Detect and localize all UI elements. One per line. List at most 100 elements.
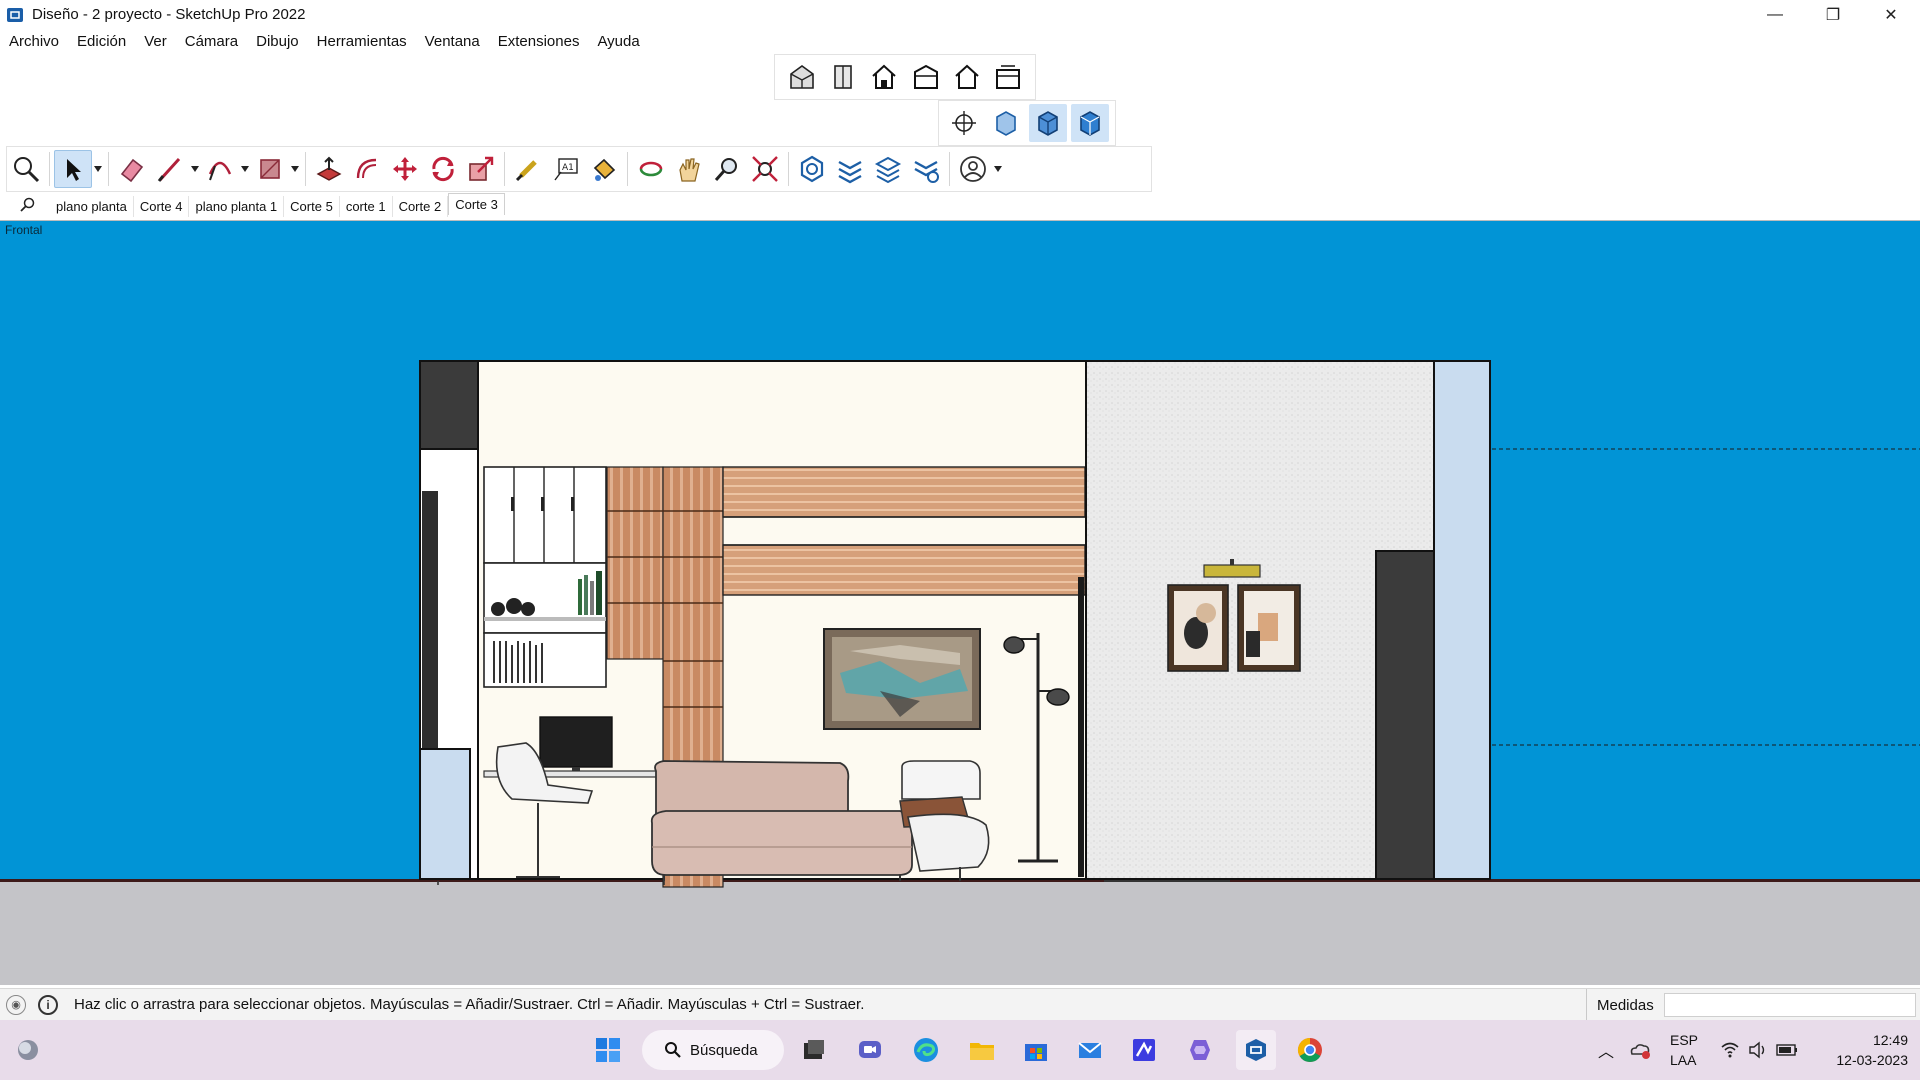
account-dropdown-icon[interactable] [992, 150, 1004, 188]
window-title: Diseño - 2 proyecto - SketchUp Pro 2022 [32, 6, 306, 23]
system-tray: ︿ [1598, 1020, 1614, 1080]
eraser-icon[interactable] [113, 150, 151, 188]
sketchup-taskbar-icon[interactable] [1236, 1030, 1276, 1070]
computer-monitor [539, 716, 613, 768]
select-dropdown-icon[interactable] [92, 150, 104, 188]
iso-view-icon[interactable] [783, 58, 821, 96]
tape-measure-icon[interactable] [509, 150, 547, 188]
shaded-style-icon[interactable] [1029, 104, 1067, 142]
line-icon[interactable] [151, 150, 189, 188]
measurements-input[interactable] [1664, 993, 1916, 1017]
toolbar-separator [49, 152, 50, 186]
back-view-icon[interactable] [948, 58, 986, 96]
info-icon[interactable]: i [38, 994, 58, 1015]
paint-bucket-icon[interactable] [585, 150, 623, 188]
menu-herramientas[interactable]: Herramientas [317, 33, 407, 50]
clock[interactable]: 12:49 12-03-2023 [1818, 1030, 1908, 1070]
extension-manager-icon[interactable] [907, 150, 945, 188]
widgets-icon[interactable] [8, 1030, 48, 1070]
select-icon[interactable] [54, 150, 92, 188]
onedrive-icon[interactable] [1628, 1020, 1652, 1080]
restore-button[interactable]: ❐ [1804, 0, 1862, 29]
scale-icon[interactable] [462, 150, 500, 188]
minimize-button[interactable]: — [1746, 0, 1804, 29]
arc-icon[interactable] [201, 150, 239, 188]
close-button[interactable]: ✕ [1862, 0, 1920, 29]
top-view-icon[interactable] [824, 58, 862, 96]
extension-warehouse-icon[interactable] [831, 150, 869, 188]
bookshelf [483, 632, 607, 688]
warehouse-icon[interactable] [793, 150, 831, 188]
wood-panel-lower [722, 544, 1086, 596]
menu-archivo[interactable]: Archivo [9, 33, 59, 50]
door-frame [422, 491, 438, 751]
geo-location-icon[interactable]: ◉ [6, 994, 26, 1015]
decor-vase [506, 598, 522, 614]
scene-tab-plano-planta[interactable]: plano planta [50, 195, 134, 217]
account-icon[interactable] [954, 150, 992, 188]
scene-tab-corte-4[interactable]: Corte 4 [134, 195, 190, 217]
chevron-up-icon[interactable]: ︿ [1598, 1038, 1614, 1062]
battery-icon[interactable] [1776, 1020, 1798, 1080]
orbit-icon[interactable] [632, 150, 670, 188]
chrome-browser-icon[interactable] [1290, 1030, 1330, 1070]
scene-tab-corte-1[interactable]: corte 1 [340, 195, 393, 217]
menu-edicion[interactable]: Edición [77, 33, 126, 50]
text-icon[interactable]: A1 [547, 150, 585, 188]
front-view-icon[interactable] [865, 58, 903, 96]
status-bar: ◉ i Haz clic o arrastra para seleccionar… [0, 988, 1920, 1021]
arc-dropdown-icon[interactable] [239, 150, 251, 188]
right-view-icon[interactable] [907, 58, 945, 96]
copilot-icon[interactable] [1180, 1030, 1220, 1070]
volume-icon[interactable] [1748, 1020, 1768, 1080]
scene-tabs: plano planta Corte 4 plano planta 1 Cort… [0, 193, 1920, 218]
push-pull-icon[interactable] [310, 150, 348, 188]
rectangle-dropdown-icon[interactable] [289, 150, 301, 188]
clock-date: 12-03-2023 [1836, 1052, 1908, 1068]
armchair-seat [907, 813, 990, 872]
menu-camara[interactable]: Cámara [185, 33, 238, 50]
sofa-seat [650, 810, 913, 876]
menu-ventana[interactable]: Ventana [425, 33, 480, 50]
search-icon[interactable] [0, 197, 50, 216]
shaded-textures-style-icon[interactable] [1071, 104, 1109, 142]
start-icon[interactable] [588, 1030, 628, 1070]
task-view-icon[interactable] [794, 1030, 834, 1070]
wood-slat-panel [606, 466, 664, 660]
language-code: ESP [1670, 1032, 1699, 1048]
menu-dibujo[interactable]: Dibujo [256, 33, 299, 50]
microsoft-store-icon[interactable] [1016, 1030, 1056, 1070]
teams-chat-icon[interactable] [850, 1030, 890, 1070]
file-explorer-icon[interactable] [962, 1030, 1002, 1070]
rotate-icon[interactable] [424, 150, 462, 188]
taskbar-search[interactable]: Búsqueda [642, 1030, 784, 1070]
rectangle-icon[interactable] [251, 150, 289, 188]
layout-icon[interactable] [869, 150, 907, 188]
model-viewport[interactable]: Frontal [0, 220, 1920, 985]
menu-extensiones[interactable]: Extensiones [498, 33, 580, 50]
wifi-icon[interactable] [1720, 1020, 1740, 1080]
mail-icon[interactable] [1070, 1030, 1110, 1070]
zoom-icon[interactable] [708, 150, 746, 188]
menu-ayuda[interactable]: Ayuda [597, 33, 639, 50]
maps-app-icon[interactable] [1124, 1030, 1164, 1070]
language-indicator[interactable]: ESP LAA [1670, 1030, 1698, 1070]
offset-icon[interactable] [348, 150, 386, 188]
menu-ver[interactable]: Ver [144, 33, 167, 50]
zoom-extents-icon[interactable] [7, 150, 45, 188]
scene-tab-corte-2[interactable]: Corte 2 [393, 195, 449, 217]
line-dropdown-icon[interactable] [189, 150, 201, 188]
scene-tab-plano-planta-1[interactable]: plano planta 1 [189, 195, 285, 217]
zoom-window-icon[interactable] [746, 150, 784, 188]
right-dark-column [1375, 550, 1437, 880]
pan-icon[interactable] [670, 150, 708, 188]
taskbar: Búsqueda ︿ ESP LAA 12:49 12-03-2023 [0, 1020, 1920, 1080]
left-view-icon[interactable] [989, 58, 1027, 96]
right-window-glass [1433, 360, 1491, 880]
edge-browser-icon[interactable] [906, 1030, 946, 1070]
scene-tab-corte-3[interactable]: Corte 3 [448, 193, 505, 215]
hidden-line-style-icon[interactable] [987, 104, 1025, 142]
move-icon[interactable] [386, 150, 424, 188]
xray-style-icon[interactable] [945, 104, 983, 142]
scene-tab-corte-5[interactable]: Corte 5 [284, 195, 340, 217]
